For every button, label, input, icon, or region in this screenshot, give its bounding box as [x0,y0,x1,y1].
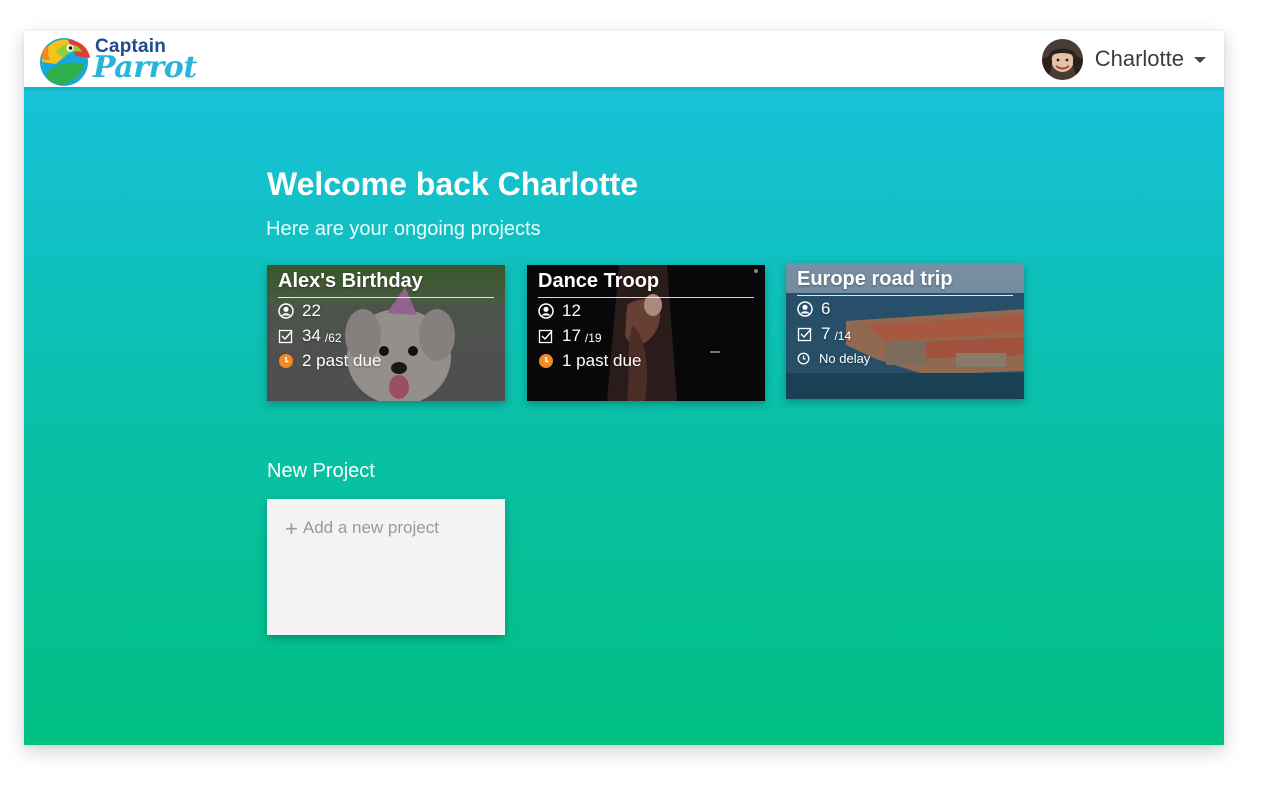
alert-clock-icon [539,353,553,368]
members-row: 6 [797,296,1013,321]
members-row: 22 [278,298,494,323]
tasks-row: 17 /19 [538,323,754,348]
new-project-label: New Project [267,460,375,482]
project-card-content: Dance Troop 12 17 /19 1 past due [538,269,754,373]
top-bar: Captain Parrot Charlotte [24,31,1224,87]
project-card-alexs-birthday[interactable]: Alex's Birthday 22 34 /62 2 past due [267,265,505,401]
tasks-total: /19 [584,330,602,345]
members-count: 12 [562,300,581,320]
tasks-done: 7 [821,323,831,343]
project-card-europe-road-trip[interactable]: Europe road trip 6 7 /14 No delay [786,263,1024,399]
members-row: 12 [538,298,754,323]
app-window: Captain Parrot Charlotte Welcome back Ch… [24,31,1224,745]
status-row: 1 past due [538,348,754,373]
user-circle-icon [278,302,294,319]
plus-icon: + [285,515,298,541]
add-new-project-button[interactable]: + Add a new project [285,515,439,541]
captain-parrot-logo[interactable]: Captain Parrot [38,34,197,86]
alert-clock-icon [279,353,293,368]
main-content: Welcome back Charlotte Here are your ong… [24,87,1224,745]
status-row: 2 past due [278,348,494,373]
caret-down-icon [1194,57,1206,63]
projects-subtitle: Here are your ongoing projects [266,218,541,240]
project-card-content: Europe road trip 6 7 /14 No delay [797,267,1013,371]
tasks-total: /62 [324,330,342,345]
status-text: 1 past due [562,350,642,370]
project-card-content: Alex's Birthday 22 34 /62 2 past due [278,269,494,373]
user-circle-icon [797,300,813,317]
members-count: 6 [821,298,831,318]
project-title: Alex's Birthday [278,269,494,298]
clock-icon [797,352,810,365]
avatar [1041,38,1083,80]
checkbox-icon [538,329,553,343]
logo-text-parrot: Parrot [93,50,197,85]
checkbox-icon [278,329,293,343]
tasks-row: 34 /62 [278,323,494,348]
checkbox-icon [797,327,812,341]
status-text: No delay [819,351,871,366]
status-row: No delay [797,346,1013,371]
parrot-logo-icon [40,38,90,86]
status-text: 2 past due [302,350,382,370]
project-title: Dance Troop [538,269,754,298]
user-avatar-image [1041,38,1083,80]
project-title: Europe road trip [797,267,1013,296]
tasks-done: 34 [302,325,321,345]
user-name: Charlotte [1094,46,1184,71]
tasks-total: /14 [834,328,852,343]
user-menu[interactable]: Charlotte [1041,38,1206,80]
tasks-done: 17 [562,325,581,345]
user-circle-icon [538,302,554,319]
welcome-heading: Welcome back Charlotte [267,166,639,202]
project-card-dance-troop[interactable]: Dance Troop 12 17 /19 1 past due [527,265,765,401]
add-new-project-card[interactable]: + Add a new project [267,499,505,635]
add-new-project-text: Add a new project [302,518,439,537]
tasks-row: 7 /14 [797,321,1013,346]
members-count: 22 [302,300,321,320]
